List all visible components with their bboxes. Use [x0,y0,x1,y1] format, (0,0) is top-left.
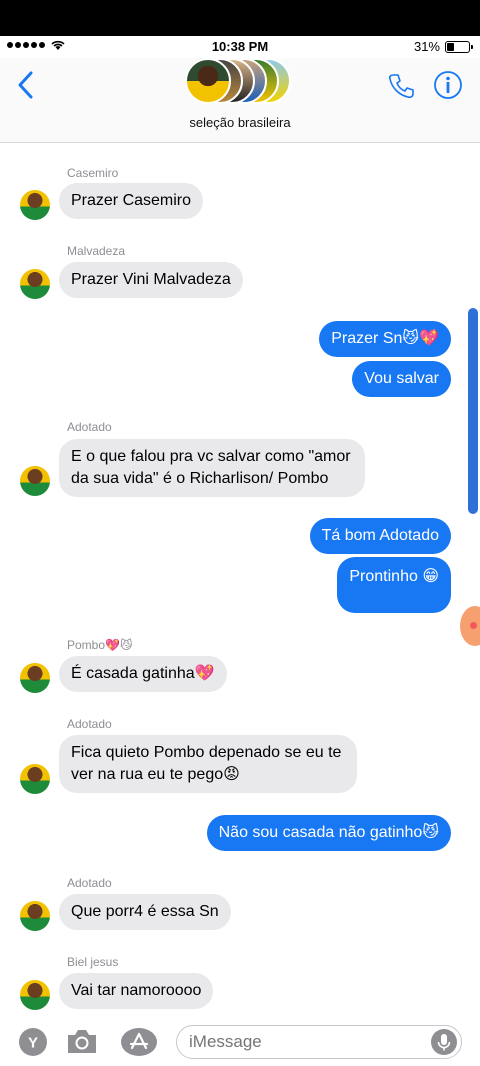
camera-icon[interactable] [66,1027,98,1055]
message-bubble-outgoing[interactable]: Vou salvar [352,361,451,397]
sender-name: Biel jesus [67,955,119,969]
svg-text:Y: Y [28,1035,38,1052]
message-bubble-outgoing[interactable]: Não sou casada não gatinho😼 [206,815,451,851]
battery-icon [445,40,473,53]
status-time: 10:38 PM [211,39,269,54]
message-bubble-incoming[interactable]: E o que falou pra vc salvar como "amor d… [59,439,365,497]
yahoo-app-icon[interactable]: Y [18,1027,48,1057]
message-bubble-incoming[interactable]: Prazer Casemiro [59,183,204,219]
avatar [20,190,50,220]
phone-icon[interactable] [386,71,416,101]
microphone-icon[interactable] [431,1029,457,1055]
avatar [20,980,50,1010]
sender-name: Pombo💖😼 [67,638,133,652]
top-black-bar [0,0,480,36]
message-bubble-incoming[interactable]: Fica quieto Pombo depenado se eu te ver … [59,735,357,793]
app-store-icon[interactable] [120,1027,158,1057]
avatar [20,663,50,693]
message-bubble-outgoing[interactable]: Tá bom Adotado [309,518,451,554]
battery-percent: 31% [413,39,440,54]
sender-name: Adotado [67,420,112,434]
touch-indicator [460,606,480,646]
avatar [20,901,50,931]
microphone-glyph-icon [437,1034,451,1051]
message-bubble-outgoing[interactable]: Prontinho 😁 [337,557,451,613]
sender-name: Adotado [67,876,112,890]
chevron-left-icon[interactable] [14,70,38,100]
message-bubble-incoming[interactable]: É casada gatinha💖 [59,656,227,692]
message-bubble-incoming[interactable]: Vai tar namoroooo [59,973,214,1009]
message-bubble-outgoing[interactable]: Prazer Sn😼💖 [319,321,451,357]
imessage-field[interactable] [176,1025,462,1059]
info-icon[interactable] [433,70,463,100]
sender-name: Casemiro [67,166,119,180]
group-name[interactable]: seleção brasileira [0,115,480,130]
avatar [20,764,50,794]
message-input-bar: Y [0,1018,480,1066]
avatar [20,466,50,496]
sender-name: Malvadeza [67,244,126,258]
battery-status: 31% [413,39,473,54]
scrollbar[interactable] [468,308,478,514]
message-input[interactable] [189,1030,419,1054]
sender-name: Adotado [67,717,112,731]
avatar [185,58,231,104]
message-bubble-incoming[interactable]: Que porr4 é essa Sn [59,894,231,930]
conversation-header: seleção brasileira [0,58,480,143]
group-avatars[interactable] [185,58,295,106]
status-bar: 10:38 PM 31% [0,36,480,58]
avatar [20,269,50,299]
message-bubble-incoming[interactable]: Prazer Vini Malvadeza [59,262,243,298]
